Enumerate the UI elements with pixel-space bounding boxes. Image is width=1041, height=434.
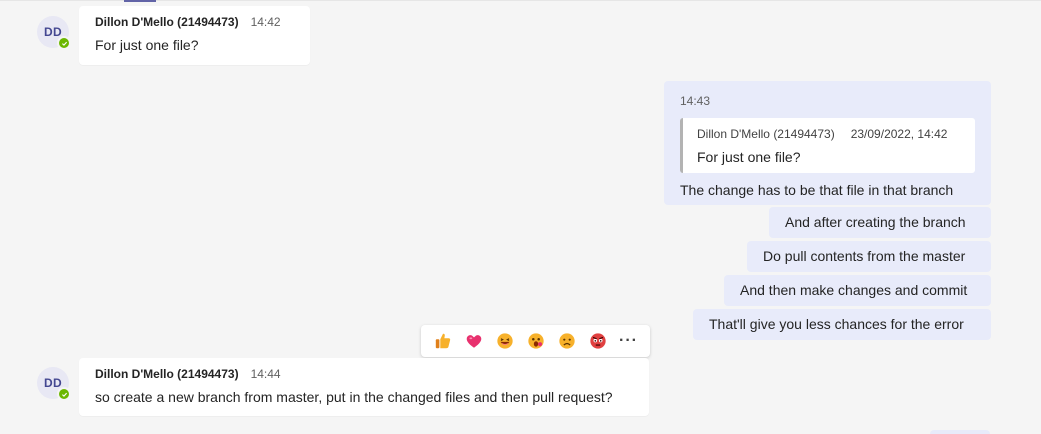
quote-author: Dillon D'Mello (21494473)	[697, 127, 835, 141]
message-time: 14:43	[680, 94, 711, 108]
incoming-message[interactable]: Dillon D'Mello (21494473) 14:42 For just…	[79, 6, 310, 65]
message-author: Dillon D'Mello (21494473)	[95, 15, 239, 29]
message-text: That'll give you less chances for the er…	[709, 316, 964, 332]
outgoing-message[interactable]: And after creating the branch	[769, 207, 991, 238]
outgoing-message[interactable]: And then make changes and commit	[724, 275, 991, 306]
message-text: And after creating the branch	[785, 214, 966, 230]
like-reaction-icon[interactable]	[432, 330, 454, 352]
message-time: 14:42	[250, 15, 281, 29]
outgoing-message[interactable]: Do pull contents from the master	[747, 241, 991, 272]
message-time: 14:44	[250, 367, 281, 381]
message-author: Dillon D'Mello (21494473)	[95, 367, 239, 381]
laugh-reaction-icon[interactable]	[494, 330, 516, 352]
quote-timestamp: 23/09/2022, 14:42	[850, 127, 948, 141]
message-text: Do pull contents from the master	[763, 248, 966, 264]
next-outgoing-message-edge	[930, 430, 990, 434]
avatar[interactable]: DD	[37, 16, 71, 50]
avatar[interactable]: DD	[37, 367, 71, 401]
reaction-bar: ···	[421, 325, 650, 357]
presence-available-icon	[57, 36, 71, 50]
outgoing-message[interactable]: That'll give you less chances for the er…	[693, 309, 991, 340]
message-text: And then make changes and commit	[740, 282, 968, 298]
message-text: The change has to be that file in that b…	[680, 182, 954, 198]
quoted-message[interactable]: Dillon D'Mello (21494473) 23/09/2022, 14…	[680, 118, 975, 173]
more-options-button[interactable]: ···	[618, 330, 640, 352]
outgoing-reply-message[interactable]: 14:43 Dillon D'Mello (21494473) 23/09/20…	[664, 81, 991, 205]
active-tab-indicator	[124, 0, 156, 2]
angry-reaction-icon[interactable]	[587, 330, 609, 352]
heart-reaction-icon[interactable]	[463, 330, 485, 352]
sad-reaction-icon[interactable]	[556, 330, 578, 352]
surprised-reaction-icon[interactable]	[525, 330, 547, 352]
presence-available-icon	[57, 387, 71, 401]
message-text: so create a new branch from master, put …	[95, 389, 613, 405]
top-border	[0, 0, 1041, 1]
quote-text: For just one file?	[697, 149, 801, 165]
incoming-message[interactable]: Dillon D'Mello (21494473) 14:44 so creat…	[79, 358, 649, 416]
message-text: For just one file?	[95, 37, 199, 53]
